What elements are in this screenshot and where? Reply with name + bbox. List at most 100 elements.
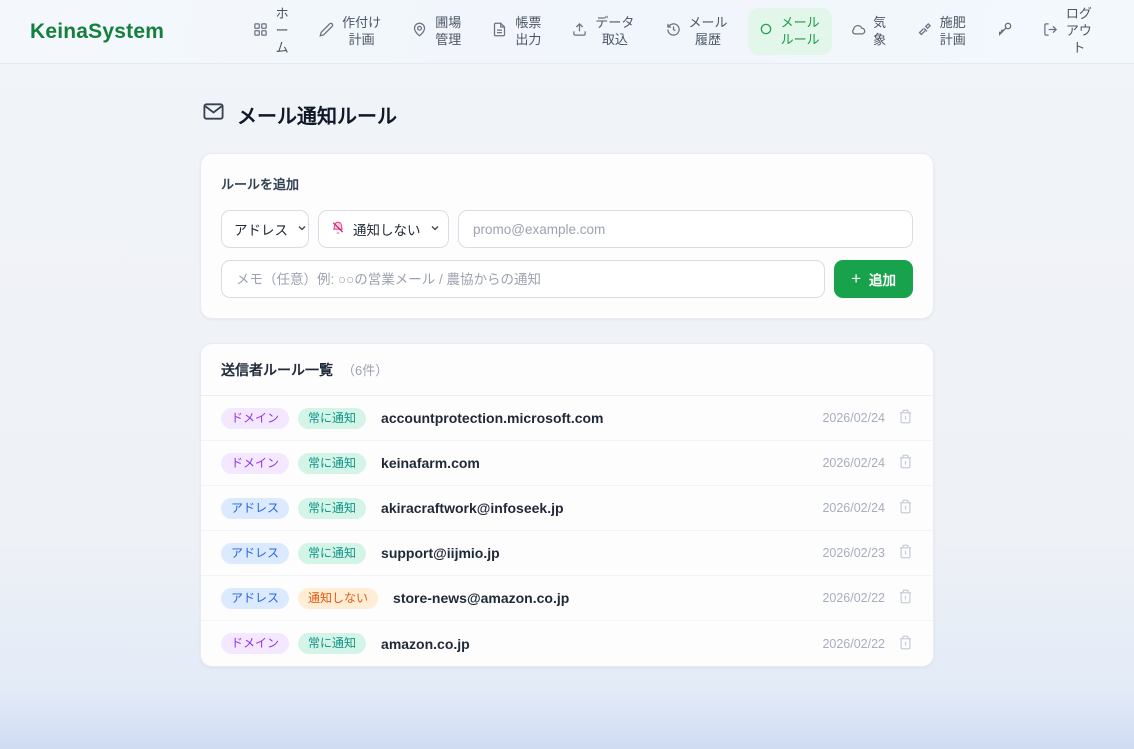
page-title: メール通知ルール (202, 100, 934, 129)
delete-rule-button[interactable] (898, 454, 913, 472)
rule-action-badge: 常に通知 (298, 498, 366, 519)
trash-icon (898, 635, 913, 653)
table-row: ドメイン 常に通知 amazon.co.jp 2026/02/22 (201, 621, 933, 666)
nav-item-home[interactable]: ホーム (242, 0, 300, 64)
rule-date: 2026/02/24 (822, 411, 885, 425)
rule-value: store-news@amazon.co.jp (393, 590, 569, 606)
rule-value: accountprotection.microsoft.com (381, 410, 603, 426)
add-rule-button-label: 追加 (869, 269, 896, 289)
delete-rule-button[interactable] (898, 499, 913, 517)
delete-rule-button[interactable] (898, 544, 913, 562)
chevron-down-icon (429, 222, 441, 237)
nav-item-weather[interactable]: 気象 (840, 8, 898, 56)
nav-item-label: 帳票出力 (514, 15, 542, 49)
nav-item-planting-plan[interactable]: 作付け計画 (308, 8, 393, 56)
trash-icon (898, 454, 913, 472)
nav-item-label: 施肥計画 (939, 15, 967, 49)
rule-type-badge: アドレス (221, 498, 289, 519)
table-row: アドレス 通知しない store-news@amazon.co.jp 2026/… (201, 576, 933, 621)
sender-rules-header: 送信者ルール一覧 （6件） (201, 344, 933, 396)
page-title-text: メール通知ルール (237, 100, 397, 129)
rule-date: 2026/02/22 (822, 591, 885, 605)
add-rule-row-2: + 追加 (221, 260, 913, 298)
rule-date: 2026/02/24 (822, 501, 885, 515)
history-icon (666, 22, 681, 42)
rule-type-select-value: アドレス (234, 219, 288, 239)
nav-item-label: メールルール (780, 15, 821, 49)
rule-value: keinafarm.com (381, 455, 480, 471)
table-row: ドメイン 常に通知 keinafarm.com 2026/02/24 (201, 441, 933, 486)
rule-date: 2026/02/23 (822, 546, 885, 560)
top-navigation-bar: KeinaSystem ホーム 作付け計画 圃場管理 帳票出力 データ取込 メー… (0, 0, 1134, 64)
nav-item-password-key[interactable] (986, 14, 1024, 49)
sender-rules-title: 送信者ルール一覧 (221, 360, 333, 380)
brand-logo[interactable]: KeinaSystem (30, 20, 164, 44)
rule-action-badge: 通知しない (298, 588, 378, 609)
table-row: ドメイン 常に通知 accountprotection.microsoft.co… (201, 396, 933, 441)
trash-icon (898, 544, 913, 562)
add-rule-button[interactable]: + 追加 (834, 260, 913, 298)
add-rule-card-title: ルールを追加 (221, 174, 913, 193)
nav-item-label: 圃場管理 (434, 15, 462, 49)
nav-item-report-output[interactable]: 帳票出力 (481, 8, 553, 56)
nav-item-mail-rules[interactable]: メールルール (748, 8, 832, 56)
rule-type-badge: アドレス (221, 543, 289, 564)
nav-item-logout[interactable]: ログアウト (1032, 0, 1104, 64)
table-row: アドレス 常に通知 support@iijmio.jp 2026/02/23 (201, 531, 933, 576)
rule-type-badge: ドメイン (221, 408, 289, 429)
key-icon (997, 21, 1013, 42)
delete-rule-button[interactable] (898, 589, 913, 607)
nav-item-field-management[interactable]: 圃場管理 (401, 8, 473, 56)
dashboard-icon (253, 22, 268, 42)
upload-icon (572, 22, 587, 42)
sender-rules-card: 送信者ルール一覧 （6件） ドメイン 常に通知 accountprotectio… (200, 343, 934, 667)
nav-item-data-import[interactable]: データ取込 (561, 8, 646, 56)
rule-type-badge: アドレス (221, 588, 289, 609)
memo-input[interactable] (221, 260, 825, 298)
nav-item-label: ログアウト (1065, 6, 1093, 57)
nav-item-fertilizer-plan[interactable]: 施肥計画 (906, 8, 978, 56)
address-input[interactable] (458, 210, 913, 248)
circle-icon (759, 22, 773, 41)
table-row: アドレス 常に通知 akiracraftwork@infoseek.jp 202… (201, 486, 933, 531)
rule-date: 2026/02/22 (822, 637, 885, 651)
nav-item-label: ホーム (275, 6, 289, 57)
plus-icon: + (851, 270, 861, 287)
sender-rules-count: （6件） (342, 360, 388, 379)
chevron-down-icon (296, 222, 308, 237)
rule-action-badge: 常に通知 (298, 453, 366, 474)
trash-icon (898, 589, 913, 607)
logout-icon (1043, 22, 1058, 42)
rules-list: ドメイン 常に通知 accountprotection.microsoft.co… (201, 396, 933, 666)
main-content: メール通知ルール ルールを追加 アドレス 通知しない + 追加 (200, 64, 934, 667)
main-nav: ホーム 作付け計画 圃場管理 帳票出力 データ取込 メール履歴 メールルール (242, 0, 1104, 64)
trowel-icon (917, 22, 932, 42)
nav-item-label: メール履歴 (688, 15, 729, 49)
nav-item-label: データ取込 (594, 15, 635, 49)
rule-action-badge: 常に通知 (298, 633, 366, 654)
delete-rule-button[interactable] (898, 409, 913, 427)
bell-off-icon (331, 221, 345, 238)
rule-action-badge: 常に通知 (298, 408, 366, 429)
rule-action-select[interactable]: 通知しない (318, 210, 449, 248)
rule-date: 2026/02/24 (822, 456, 885, 470)
rule-action-badge: 常に通知 (298, 543, 366, 564)
mail-icon (202, 100, 225, 129)
rule-type-badge: ドメイン (221, 633, 289, 654)
map-pin-icon (412, 22, 427, 42)
nav-item-mail-history[interactable]: メール履歴 (655, 8, 740, 56)
nav-item-label: 気象 (873, 15, 887, 49)
nav-item-label: 作付け計画 (341, 15, 382, 49)
pencil-icon (319, 22, 334, 42)
trash-icon (898, 409, 913, 427)
cloud-icon (851, 22, 866, 42)
rule-type-select[interactable]: アドレス (221, 210, 309, 248)
delete-rule-button[interactable] (898, 635, 913, 653)
rule-type-badge: ドメイン (221, 453, 289, 474)
add-rule-row-1: アドレス 通知しない (221, 210, 913, 248)
rule-action-select-value: 通知しない (353, 219, 421, 239)
rule-value: akiracraftwork@infoseek.jp (381, 500, 564, 516)
trash-icon (898, 499, 913, 517)
rule-value: amazon.co.jp (381, 636, 470, 652)
add-rule-card: ルールを追加 アドレス 通知しない + 追加 (200, 153, 934, 319)
